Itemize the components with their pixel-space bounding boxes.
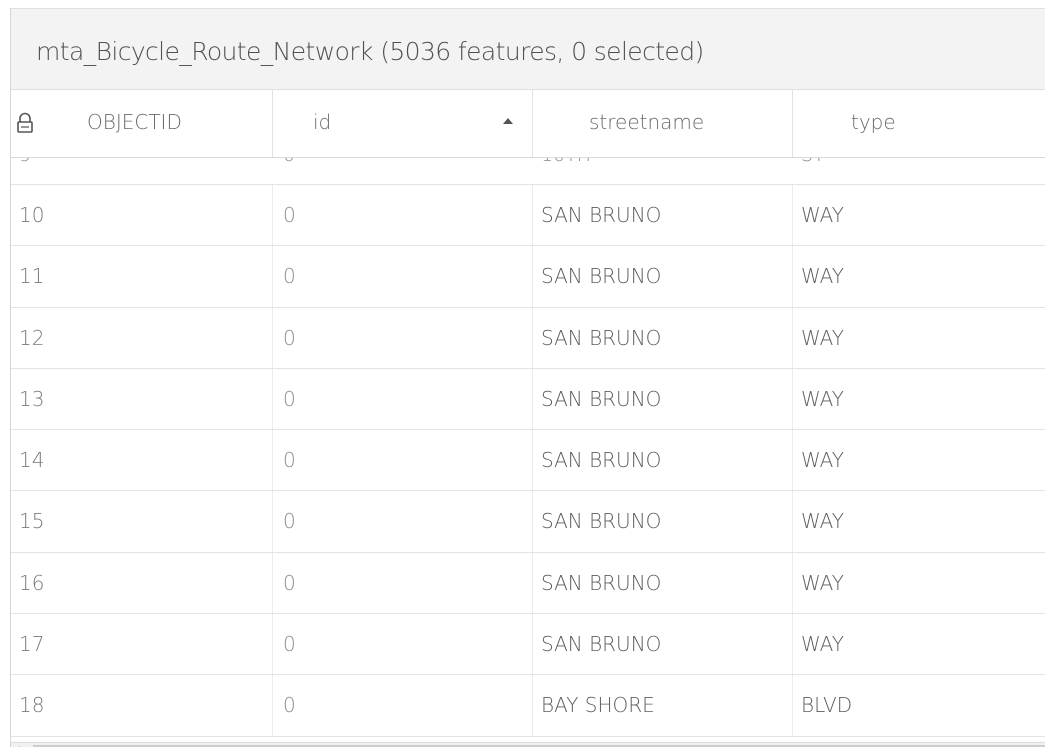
cell-id: 0: [273, 246, 533, 307]
cell-type: WAY: [793, 614, 1045, 674]
cell-streetname: SAN BRUNO: [533, 491, 793, 552]
column-label-objectid: OBJECTID: [87, 110, 182, 134]
table-row[interactable]: 18 0 BAY SHORE BLVD: [11, 675, 1045, 737]
table-row[interactable]: 14 0 SAN BRUNO WAY: [11, 430, 1045, 492]
table-body: 10 0 SAN BRUNO WAY 11 0 SAN BRUNO WAY 12…: [11, 185, 1045, 737]
cell-type: WAY: [793, 246, 1045, 306]
cell-id: 0: [283, 158, 295, 166]
cell-streetname: SAN BRUNO: [533, 185, 793, 246]
table-row[interactable]: 10 0 SAN BRUNO WAY: [11, 185, 1045, 247]
cell-type: WAY: [793, 553, 1045, 613]
lock-icon: [17, 112, 33, 133]
table-row[interactable]: 13 0 SAN BRUNO WAY: [11, 368, 1045, 431]
column-label-type: type: [851, 110, 896, 134]
table-row[interactable]: 15 0 SAN BRUNO WAY: [11, 491, 1045, 553]
cell-objectid: 9: [19, 158, 31, 166]
cell-id: 0: [273, 307, 533, 368]
cell-type: WAY: [793, 369, 1045, 429]
cell-streetname: SAN BRUNO: [533, 368, 793, 430]
table-row-partial[interactable]: 9 0 10TH ST: [11, 158, 1045, 185]
table-title: mta_Bicycle_Route_Network (5036 features…: [36, 37, 704, 66]
cell-objectid: 11: [11, 246, 273, 307]
cell-type: ST: [801, 158, 825, 166]
cell-id: 0: [273, 675, 533, 736]
cell-type: BLVD: [793, 675, 1045, 735]
sort-ascending-icon: [503, 118, 513, 124]
column-label-id: id: [313, 110, 332, 134]
cell-streetname: SAN BRUNO: [533, 430, 793, 491]
cell-streetname: SAN BRUNO: [533, 307, 793, 368]
cell-id: 0: [273, 430, 533, 491]
column-label-streetname: streetname: [589, 110, 705, 134]
cell-streetname: BAY SHORE: [533, 675, 793, 736]
table-row[interactable]: 11 0 SAN BRUNO WAY: [11, 246, 1045, 308]
cell-streetname: SAN BRUNO: [533, 552, 793, 614]
column-header-objectid[interactable]: OBJECTID: [11, 90, 273, 157]
cell-id: 0: [273, 552, 533, 614]
cell-objectid: 12: [11, 307, 273, 368]
attribute-table-panel: mta_Bicycle_Route_Network (5036 features…: [10, 8, 1045, 747]
table-row[interactable]: 12 0 SAN BRUNO WAY: [11, 307, 1045, 369]
cell-objectid: 18: [11, 675, 273, 736]
cell-objectid: 16: [11, 552, 273, 614]
cell-id: 0: [273, 185, 533, 246]
cell-streetname: SAN BRUNO: [533, 614, 793, 675]
cell-streetname: 10TH: [541, 158, 591, 166]
column-header-streetname[interactable]: streetname: [533, 90, 793, 157]
table-row[interactable]: 16 0 SAN BRUNO WAY: [11, 552, 1045, 615]
cell-objectid: 10: [11, 185, 273, 246]
table-title-bar: mta_Bicycle_Route_Network (5036 features…: [11, 8, 1045, 90]
cell-objectid: 17: [11, 614, 273, 675]
cell-type: WAY: [793, 308, 1045, 368]
column-header-type[interactable]: type: [793, 90, 1045, 157]
horizontal-scrollbar[interactable]: [11, 742, 1045, 747]
cell-streetname: SAN BRUNO: [533, 246, 793, 307]
cell-objectid: 15: [11, 491, 273, 552]
cell-objectid: 14: [11, 430, 273, 491]
cell-id: 0: [273, 491, 533, 552]
cell-objectid: 13: [11, 368, 273, 430]
table-header-row: OBJECTID id streetname type: [11, 90, 1045, 158]
cell-type: WAY: [793, 430, 1045, 490]
table-row[interactable]: 17 0 SAN BRUNO WAY: [11, 614, 1045, 676]
column-header-id[interactable]: id: [273, 90, 533, 157]
cell-type: WAY: [793, 491, 1045, 551]
cell-type: WAY: [793, 185, 1045, 245]
cell-id: 0: [273, 614, 533, 675]
cell-id: 0: [273, 368, 533, 430]
